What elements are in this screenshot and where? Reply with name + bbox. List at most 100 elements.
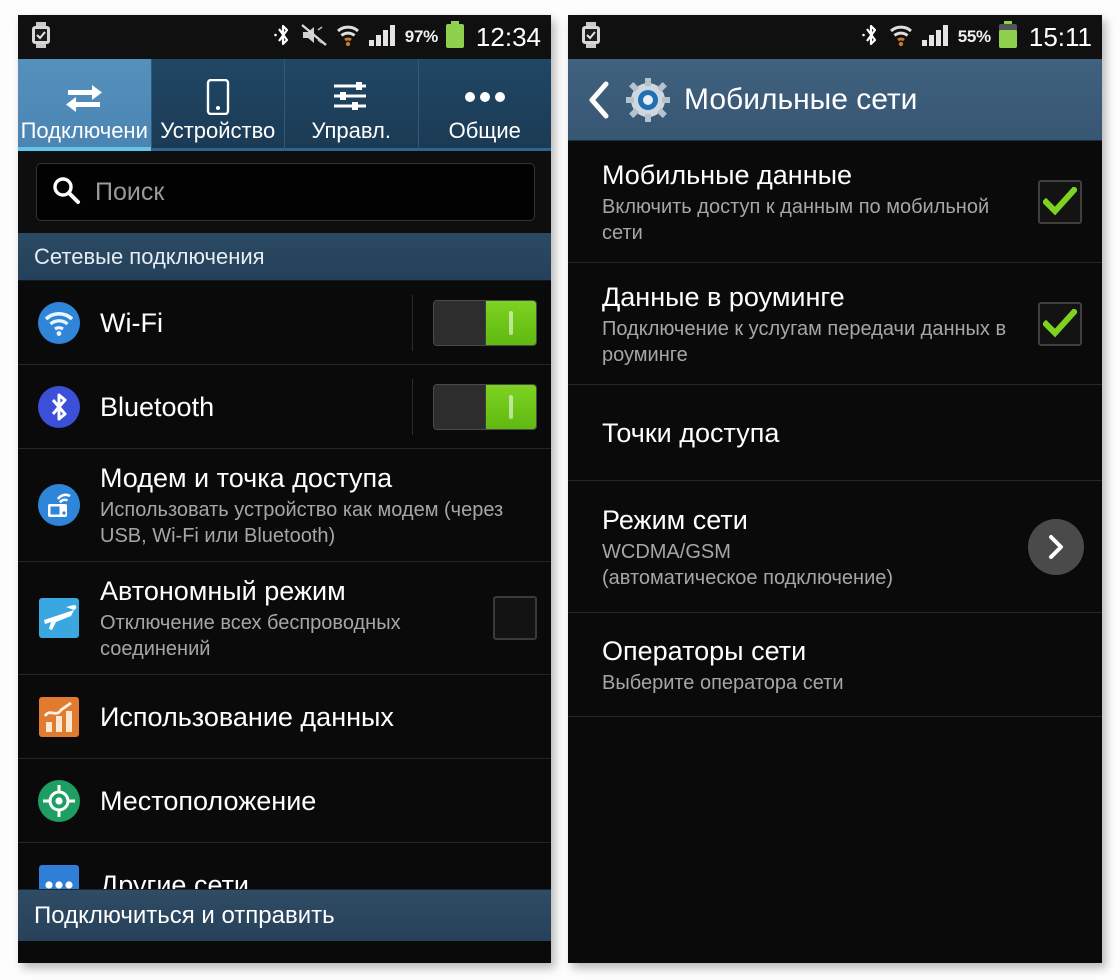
- list-item-network-operators[interactable]: Операторы сети Выберите оператора сети: [568, 613, 1102, 717]
- list-item-control: [493, 596, 537, 640]
- tab-controls[interactable]: Управл.: [285, 59, 419, 151]
- list-item-control: [1028, 518, 1088, 575]
- wifi-icon: [888, 22, 914, 53]
- settings-tab-bar: Подключени Устройство Управл. Общие: [18, 59, 551, 151]
- wifi-round-icon: [36, 300, 82, 346]
- tab-connections[interactable]: Подключени: [18, 59, 152, 151]
- search-placeholder: Поиск: [95, 177, 165, 206]
- airplane-icon: [36, 595, 82, 641]
- section-header-label: Сетевые подключения: [34, 243, 265, 269]
- list-item-subtitle-line1: WCDMA/GSM: [602, 540, 731, 563]
- list-item-body: Мобильные данные Включить доступ к данны…: [602, 146, 1028, 258]
- data-roaming-checkbox[interactable]: [1038, 301, 1082, 346]
- list-empty-space: [568, 717, 1102, 963]
- action-bar: Мобильные сети: [568, 59, 1102, 141]
- airplane-mode-checkbox[interactable]: [493, 596, 537, 640]
- settings-list: Wi-Fi Bluetooth Модем и точка доступа Ис…: [18, 281, 551, 927]
- left-phone-screen: 97% 12:34 Подключени Устройство Управл. …: [18, 15, 551, 963]
- toggle-track-off: [434, 384, 485, 429]
- list-item-title: Модем и точка доступа: [100, 463, 393, 493]
- list-item-body: Использование данных: [100, 688, 537, 746]
- list-item-data-usage[interactable]: Использование данных: [18, 675, 551, 759]
- tab-device[interactable]: Устройство: [151, 59, 285, 151]
- toggle-track-off: [434, 300, 485, 345]
- mobile-networks-list: Мобильные данные Включить доступ к данны…: [568, 141, 1102, 717]
- list-item-body: Точки доступа: [602, 404, 1088, 462]
- list-item-title: Точки доступа: [602, 417, 780, 448]
- list-item-body: Wi-Fi: [100, 294, 402, 352]
- back-chevron-icon[interactable]: [586, 80, 612, 120]
- bottom-filler: [18, 941, 551, 963]
- mute-vibrate-off-icon: [300, 22, 328, 53]
- list-item-data-roaming[interactable]: Данные в роуминге Подключение к услугам …: [568, 263, 1102, 385]
- list-item-title: Wi-Fi: [100, 307, 163, 338]
- location-target-icon: [36, 778, 82, 824]
- clock-label: 15:11: [1028, 21, 1092, 52]
- search-input[interactable]: Поиск: [36, 163, 535, 221]
- list-item-body: Операторы сети Выберите оператора сети: [602, 622, 1088, 708]
- battery-icon: [998, 20, 1018, 54]
- battery-icon: [445, 20, 465, 54]
- tethering-hotspot-icon: [36, 482, 82, 528]
- list-item-subtitle: Выберите оператора сети: [602, 671, 844, 694]
- section-header-network-connections: Сетевые подключения: [18, 233, 551, 281]
- tab-general-label: Общие: [448, 118, 521, 143]
- list-item-mobile-data[interactable]: Мобильные данные Включить доступ к данны…: [568, 141, 1102, 263]
- list-item-subtitle: Использовать устройство как модем (через…: [100, 499, 504, 547]
- list-item-control: [1038, 301, 1088, 346]
- list-item-title: Данные в роуминге: [602, 281, 845, 312]
- list-item-title: Операторы сети: [602, 635, 807, 666]
- data-usage-chart-icon: [36, 694, 82, 740]
- connections-arrows-icon: [62, 77, 106, 117]
- list-item-control: [412, 378, 537, 435]
- right-phone-screen: 55% 15:11 Мобильные сети Мобильные данны…: [568, 15, 1102, 963]
- list-item-access-points[interactable]: Точки доступа: [568, 385, 1102, 481]
- list-item-subtitle: Включить доступ к данным по мобильной се…: [602, 195, 990, 244]
- network-mode-chevron-right-icon[interactable]: [1028, 518, 1084, 575]
- list-item-title: Местоположение: [100, 785, 317, 816]
- gear-icon: [626, 77, 670, 122]
- search-area: Поиск: [18, 151, 551, 233]
- bluetooth-toggle[interactable]: [433, 383, 537, 430]
- divider: [412, 294, 413, 351]
- list-item-bluetooth[interactable]: Bluetooth: [18, 365, 551, 449]
- wifi-toggle[interactable]: [433, 299, 537, 346]
- smartwatch-icon: [30, 21, 52, 53]
- signal-bars-icon: [368, 23, 398, 52]
- divider: [412, 378, 413, 435]
- list-item-title: Автономный режим: [100, 576, 346, 606]
- bottom-bar-connect-and-share[interactable]: Подключиться и отправить: [18, 889, 551, 941]
- list-item-tethering[interactable]: Модем и точка доступа Использовать устро…: [18, 449, 551, 562]
- tab-connections-label: Подключени: [20, 118, 148, 143]
- list-item-body: Автономный режим Отключение всех беспров…: [100, 562, 483, 674]
- page-title: Мобильные сети: [684, 82, 918, 116]
- tab-controls-label: Управл.: [311, 118, 391, 143]
- screenshot-stage: 97% 12:34 Подключени Устройство Управл. …: [0, 0, 1120, 980]
- tab-device-label: Устройство: [160, 118, 276, 143]
- list-item-title: Мобильные данные: [602, 159, 853, 190]
- clock-label: 12:34: [475, 21, 541, 52]
- mobile-data-checkbox[interactable]: [1038, 179, 1082, 224]
- signal-bars-icon: [921, 23, 951, 52]
- list-item-network-mode[interactable]: Режим сети WCDMA/GSM (автоматическое под…: [568, 481, 1102, 613]
- list-item-subtitle-line2: (автоматическое подключение): [602, 566, 894, 589]
- device-phone-icon: [205, 77, 231, 117]
- battery-percent-label: 97%: [404, 27, 438, 46]
- left-status-bar: 97% 12:34: [18, 15, 551, 59]
- list-item-body: Местоположение: [100, 772, 537, 830]
- more-dots-icon: [463, 77, 507, 117]
- list-item-body: Модем и точка доступа Использовать устро…: [100, 449, 537, 561]
- list-item-control: [1038, 179, 1088, 224]
- list-item-airplane-mode[interactable]: Автономный режим Отключение всех беспров…: [18, 562, 551, 675]
- search-icon: [51, 175, 81, 210]
- list-item-wifi[interactable]: Wi-Fi: [18, 281, 551, 365]
- list-item-subtitle: Отключение всех беспроводных соединений: [100, 612, 401, 660]
- list-item-title: Bluetooth: [100, 391, 215, 422]
- list-item-title: Режим сети: [602, 504, 748, 535]
- list-item-title: Использование данных: [100, 701, 394, 732]
- battery-percent-label: 55%: [957, 27, 991, 46]
- sliders-icon: [332, 77, 370, 117]
- list-item-location[interactable]: Местоположение: [18, 759, 551, 843]
- tab-general[interactable]: Общие: [418, 59, 552, 151]
- bluetooth-round-icon: [36, 384, 82, 430]
